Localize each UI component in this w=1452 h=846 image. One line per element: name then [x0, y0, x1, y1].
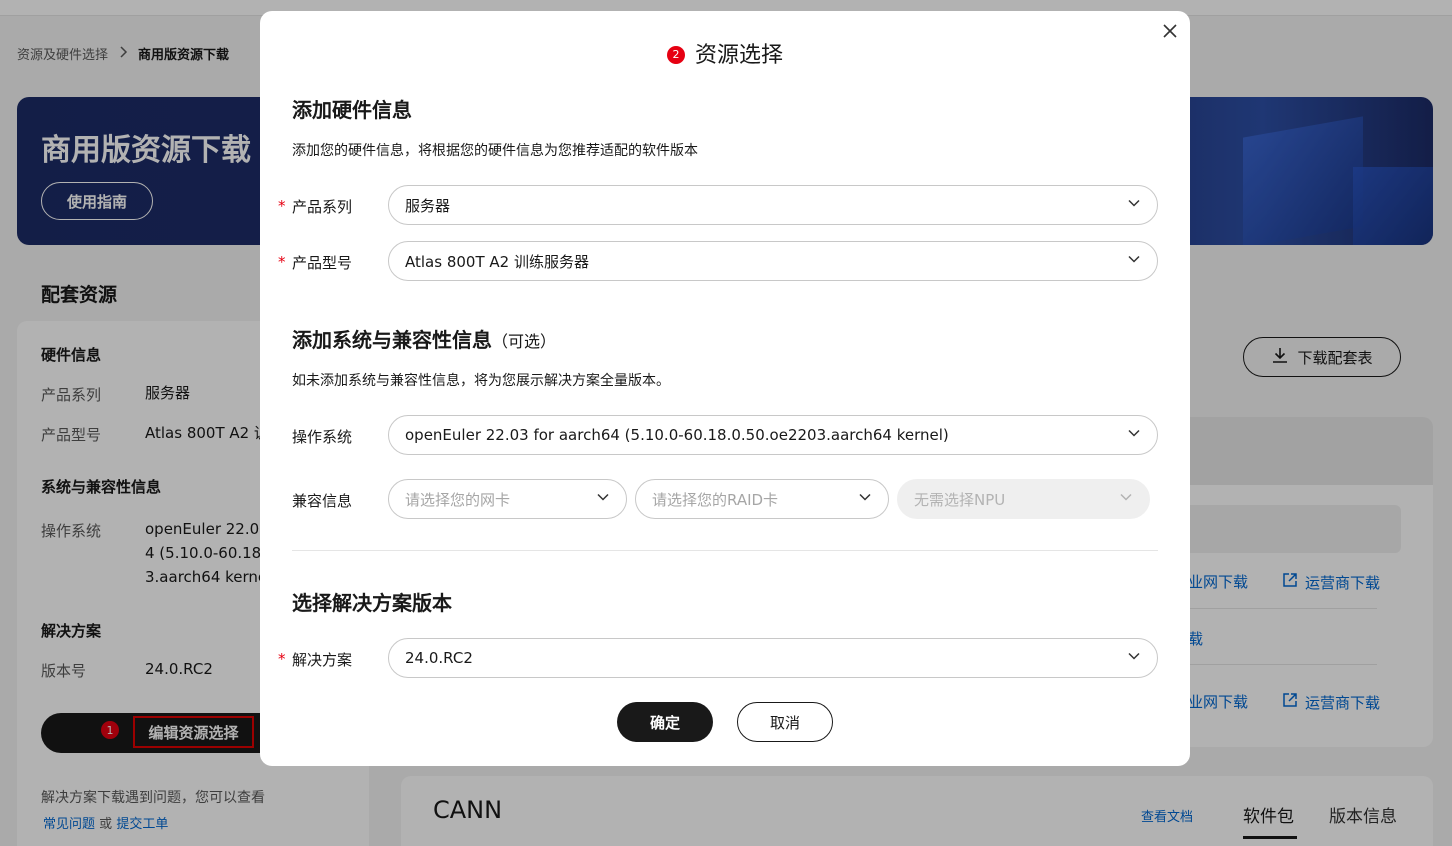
confirm-button[interactable]: 确定	[617, 702, 713, 742]
dialog-title-text: 资源选择	[694, 43, 783, 68]
compat-label: 兼容信息	[292, 492, 353, 510]
optional-tag: （可选）	[492, 332, 557, 351]
solution-label: 解决方案	[292, 651, 353, 669]
required-mark: *	[278, 197, 286, 215]
system-section-heading-text: 添加系统与兼容性信息	[292, 328, 492, 352]
product-model-value: Atlas 800T A2 训练服务器	[405, 252, 589, 271]
chevron-down-icon	[1127, 196, 1141, 214]
product-series-value: 服务器	[405, 196, 451, 215]
solution-section-heading: 选择解决方案版本	[292, 591, 452, 615]
npu-placeholder: 无需选择NPU	[914, 490, 1006, 509]
system-section-desc: 如未添加系统与兼容性信息，将为您展示解决方案全量版本。	[292, 373, 670, 389]
os-value: openEuler 22.03 for aarch64 (5.10.0-60.1…	[405, 426, 949, 444]
product-series-label: 产品系列	[292, 198, 353, 216]
required-mark: *	[278, 253, 286, 271]
hardware-section-desc: 添加您的硬件信息，将根据您的硬件信息为您推荐适配的软件版本	[292, 143, 698, 159]
dialog-title: 2 资源选择	[260, 37, 1190, 69]
chevron-down-icon	[1127, 252, 1141, 270]
chevron-down-icon	[1127, 649, 1141, 667]
os-label: 操作系统	[292, 428, 353, 446]
cancel-button[interactable]: 取消	[737, 702, 833, 742]
chevron-down-icon	[1119, 490, 1133, 508]
chevron-down-icon	[1127, 426, 1141, 444]
step-badge-2: 2	[666, 45, 685, 64]
raid-select[interactable]: 请选择您的RAID卡	[635, 479, 889, 519]
product-model-select[interactable]: Atlas 800T A2 训练服务器	[388, 241, 1158, 281]
resource-selection-dialog: 2 资源选择 添加硬件信息 添加您的硬件信息，将根据您的硬件信息为您推荐适配的软件…	[260, 11, 1190, 766]
solution-value: 24.0.RC2	[405, 649, 473, 667]
nic-select[interactable]: 请选择您的网卡	[388, 479, 627, 519]
hardware-section-heading: 添加硬件信息	[292, 98, 412, 122]
product-series-select[interactable]: 服务器	[388, 185, 1158, 225]
system-section-heading: 添加系统与兼容性信息（可选）	[292, 324, 556, 353]
os-select[interactable]: openEuler 22.03 for aarch64 (5.10.0-60.1…	[388, 415, 1158, 455]
product-model-label: 产品型号	[292, 254, 353, 272]
chevron-down-icon	[596, 490, 610, 508]
npu-select: 无需选择NPU	[897, 479, 1150, 519]
solution-select[interactable]: 24.0.RC2	[388, 638, 1158, 678]
section-divider	[292, 550, 1158, 551]
raid-placeholder: 请选择您的RAID卡	[652, 490, 779, 509]
close-icon[interactable]	[1158, 21, 1182, 45]
required-mark: *	[278, 650, 286, 668]
nic-placeholder: 请选择您的网卡	[405, 490, 511, 509]
chevron-down-icon	[858, 490, 872, 508]
